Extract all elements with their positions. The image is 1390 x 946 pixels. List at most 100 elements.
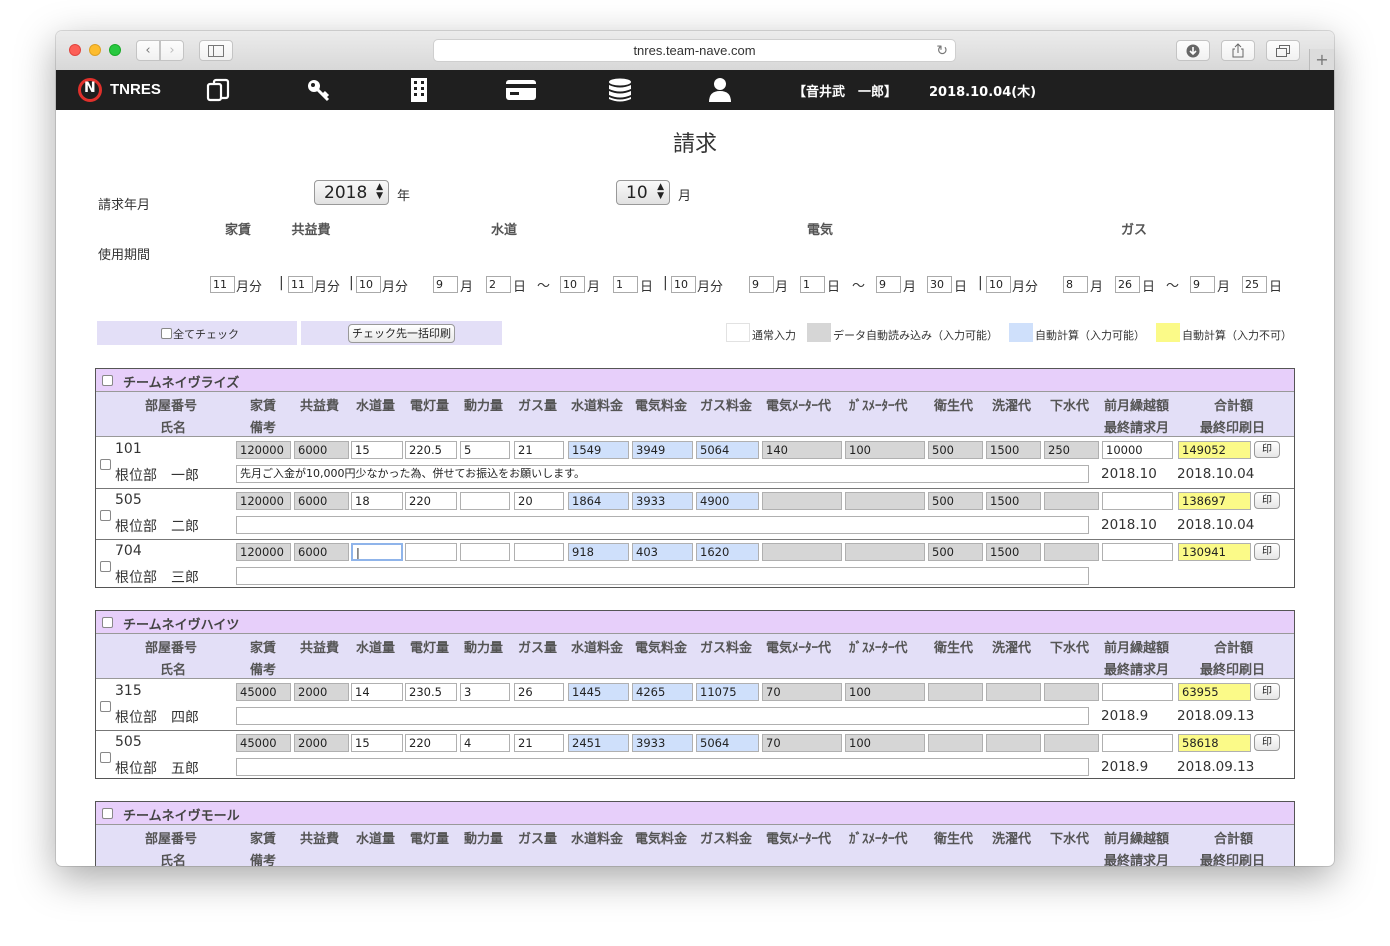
field-water-fee-input[interactable]: 2451 — [568, 734, 629, 752]
field-power-use-input[interactable] — [460, 492, 510, 510]
other-month-input[interactable]: 10 — [356, 276, 381, 293]
field-rent-input[interactable]: 120000 — [236, 492, 291, 510]
brand-logo-icon[interactable] — [78, 78, 102, 102]
field-elec-meter-input[interactable]: 70 — [762, 734, 842, 752]
field-laundry-input[interactable]: 1500 — [986, 492, 1041, 510]
field-gas-fee-input[interactable]: 11075 — [696, 683, 759, 701]
property-checkbox[interactable] — [102, 375, 113, 386]
property-checkbox[interactable] — [102, 808, 113, 819]
field-gas-fee-input[interactable]: 4900 — [696, 492, 759, 510]
field-elec-fee-input[interactable]: 3933 — [632, 734, 693, 752]
print-button[interactable]: 印 — [1254, 734, 1280, 751]
property-checkbox[interactable] — [102, 617, 113, 628]
year-select[interactable]: 2018 ▲ ▼ — [314, 180, 389, 205]
check-all-checkbox[interactable] — [161, 328, 172, 339]
memo-input[interactable] — [236, 567, 1089, 585]
row-checkbox[interactable] — [100, 459, 111, 470]
gas-from-month-input[interactable]: 8 — [1063, 276, 1088, 293]
field-elec-fee-input[interactable]: 3933 — [632, 492, 693, 510]
sidebar-button[interactable] — [199, 40, 233, 61]
row-checkbox[interactable] — [100, 561, 111, 572]
field-sewer-input[interactable] — [1044, 543, 1099, 561]
database-icon[interactable] — [607, 78, 633, 102]
field-gas-meter-input[interactable]: 100 — [845, 441, 925, 459]
field-carryover-input[interactable]: 10000 — [1102, 441, 1173, 459]
zoom-window-button[interactable] — [109, 44, 121, 56]
field-gas-use-input[interactable] — [514, 543, 564, 561]
field-common-input[interactable]: 6000 — [294, 492, 349, 510]
user-icon[interactable] — [707, 78, 733, 102]
elec-bill-month-input[interactable]: 10 — [986, 276, 1011, 293]
tabs-button[interactable] — [1266, 40, 1300, 61]
brand-name[interactable]: TNRES — [110, 81, 161, 98]
check-all-label[interactable]: 全てチェック — [173, 326, 239, 342]
field-water-use-input[interactable]: 14 — [351, 683, 403, 701]
field-common-input[interactable]: 2000 — [294, 734, 349, 752]
water-from-month-input[interactable]: 9 — [433, 276, 458, 293]
field-rent-input[interactable]: 45000 — [236, 734, 291, 752]
field-rent-input[interactable]: 45000 — [236, 683, 291, 701]
field-power-use-input[interactable]: 5 — [460, 441, 510, 459]
elec-to-day-input[interactable]: 30 — [927, 276, 952, 293]
field-gas-meter-input[interactable]: 100 — [845, 683, 925, 701]
field-sewer-input[interactable] — [1044, 683, 1099, 701]
field-gas-meter-input[interactable]: 100 — [845, 734, 925, 752]
field-sanitation-input[interactable]: 500 — [928, 441, 983, 459]
key-icon[interactable] — [306, 78, 332, 102]
field-common-input[interactable]: 6000 — [294, 543, 349, 561]
forward-button[interactable]: › — [160, 40, 184, 61]
field-common-input[interactable]: 6000 — [294, 441, 349, 459]
back-button[interactable]: ‹ — [136, 40, 160, 61]
field-laundry-input[interactable] — [986, 734, 1041, 752]
field-rent-input[interactable]: 120000 — [236, 543, 291, 561]
row-checkbox[interactable] — [100, 752, 111, 763]
field-carryover-input[interactable] — [1102, 734, 1173, 752]
field-water-fee-input[interactable]: 1864 — [568, 492, 629, 510]
elec-to-month-input[interactable]: 9 — [876, 276, 901, 293]
field-water-use-input[interactable]: 18 — [351, 492, 403, 510]
field-total-input[interactable]: 63955 — [1178, 683, 1251, 701]
row-checkbox[interactable] — [100, 510, 111, 521]
memo-input[interactable] — [236, 516, 1089, 534]
card-icon[interactable] — [505, 78, 537, 102]
field-light-use-input[interactable]: 230.5 — [405, 683, 457, 701]
field-total-input[interactable]: 149052 — [1178, 441, 1251, 459]
field-sanitation-input[interactable]: 500 — [928, 492, 983, 510]
gas-to-month-input[interactable]: 9 — [1190, 276, 1215, 293]
print-button[interactable]: 印 — [1254, 492, 1280, 509]
field-sanitation-input[interactable]: 500 — [928, 543, 983, 561]
water-bill-month-input[interactable]: 10 — [671, 276, 696, 293]
field-elec-fee-input[interactable]: 3949 — [632, 441, 693, 459]
share-button[interactable] — [1221, 40, 1255, 61]
water-to-day-input[interactable]: 1 — [613, 276, 638, 293]
field-gas-fee-input[interactable]: 5064 — [696, 441, 759, 459]
elec-from-day-input[interactable]: 1 — [800, 276, 825, 293]
field-gas-meter-input[interactable] — [845, 543, 925, 561]
print-button[interactable]: 印 — [1254, 683, 1280, 700]
print-button[interactable]: 印 — [1254, 543, 1280, 560]
field-carryover-input[interactable] — [1102, 543, 1173, 561]
minimize-window-button[interactable] — [89, 44, 101, 56]
field-elec-fee-input[interactable]: 403 — [632, 543, 693, 561]
field-total-input[interactable]: 130941 — [1178, 543, 1251, 561]
memo-input[interactable]: 先月ご入金が10,000円少なかった為、併せてお振込をお願いします。 — [236, 465, 1089, 483]
gas-to-day-input[interactable]: 25 — [1242, 276, 1267, 293]
field-laundry-input[interactable]: 1500 — [986, 543, 1041, 561]
field-elec-fee-input[interactable]: 4265 — [632, 683, 693, 701]
new-tab-button[interactable]: + — [1309, 49, 1334, 70]
address-bar[interactable]: tnres.team-nave.com ↻ — [433, 39, 956, 62]
field-carryover-input[interactable] — [1102, 492, 1173, 510]
field-sewer-input[interactable] — [1044, 734, 1099, 752]
field-power-use-input[interactable]: 3 — [460, 683, 510, 701]
reload-icon[interactable]: ↻ — [936, 42, 948, 59]
downloads-button[interactable] — [1176, 40, 1210, 61]
field-water-fee-input[interactable]: 1445 — [568, 683, 629, 701]
field-gas-use-input[interactable]: 21 — [514, 734, 564, 752]
field-gas-meter-input[interactable] — [845, 492, 925, 510]
field-water-use-input[interactable]: 15 — [351, 734, 403, 752]
bulk-print-button[interactable]: チェック先一括印刷 — [348, 324, 455, 343]
memo-input[interactable] — [236, 758, 1089, 776]
common-month-input[interactable]: 11 — [288, 276, 313, 293]
memo-input[interactable] — [236, 707, 1089, 725]
documents-icon[interactable] — [206, 78, 232, 102]
